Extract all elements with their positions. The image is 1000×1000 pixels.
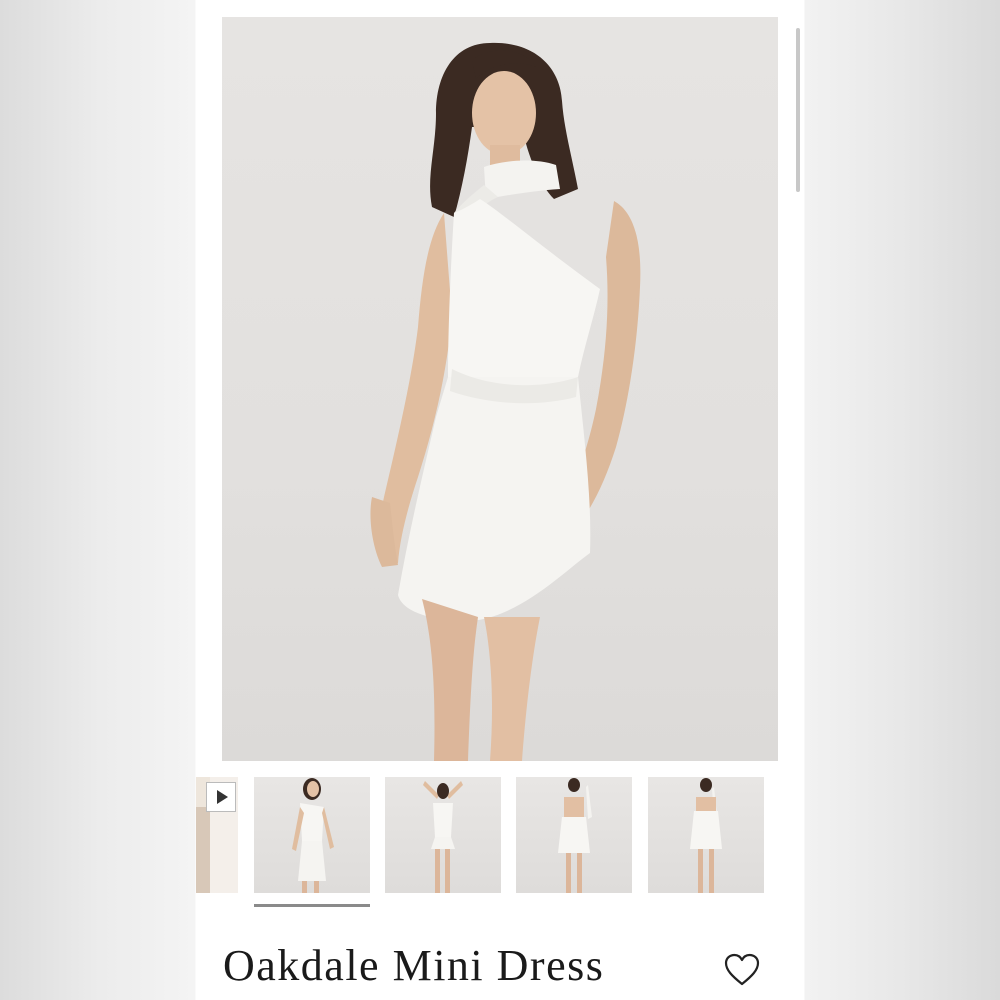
product-page: Oakdale Mini Dress [196, 0, 804, 1000]
thumbnail-strip [196, 777, 804, 907]
model-illustration [370, 42, 641, 761]
product-title: Oakdale Mini Dress [223, 941, 605, 990]
thumbnail-front[interactable] [254, 777, 370, 893]
play-icon[interactable] [206, 782, 236, 812]
thumbnail-image [423, 781, 463, 893]
active-thumbnail-indicator [254, 904, 370, 907]
heart-outline-icon[interactable] [722, 950, 762, 990]
thumbnail-image [292, 778, 334, 893]
thumbnail-back-2[interactable] [648, 777, 764, 893]
thumbnail-image [558, 778, 592, 893]
thumbnail-image [690, 778, 722, 893]
thumbnail-back[interactable] [516, 777, 632, 893]
thumbnail-video[interactable] [196, 777, 238, 893]
scrollbar[interactable] [796, 28, 800, 192]
main-product-image[interactable] [222, 17, 778, 761]
thumbnail-arms-up[interactable] [385, 777, 501, 893]
